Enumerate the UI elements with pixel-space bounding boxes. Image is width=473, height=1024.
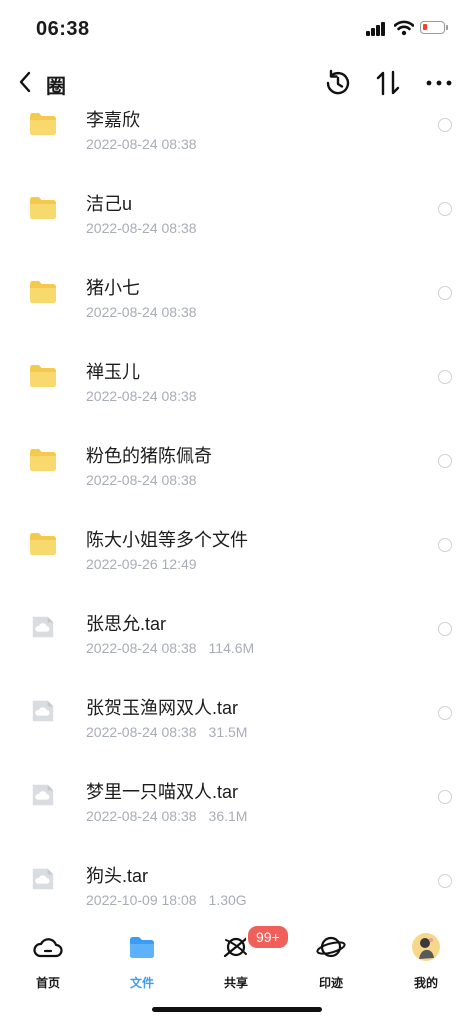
file-meta: 2022-08-24 08:38 31.5M bbox=[86, 724, 247, 740]
battery-icon bbox=[420, 21, 448, 34]
share-badge: 99+ bbox=[246, 924, 290, 950]
file-list-item[interactable]: 粉色的猪陈佩奇 2022-08-24 08:38 bbox=[0, 422, 473, 506]
file-list-item[interactable]: 张贺玉渔网双人.tar 2022-08-24 08:38 31.5M bbox=[0, 674, 473, 758]
file-date: 2022-09-26 12:49 bbox=[86, 556, 197, 572]
select-radio[interactable] bbox=[438, 790, 452, 804]
file-list-item[interactable]: 梦里一只喵双人.tar 2022-08-24 08:38 36.1M bbox=[0, 758, 473, 842]
file-date: 2022-08-24 08:38 bbox=[86, 724, 197, 740]
file-meta: 2022-08-24 08:38 bbox=[86, 388, 197, 404]
file-meta: 2022-08-24 08:38 bbox=[86, 304, 197, 320]
file-name: 猪小七 bbox=[86, 278, 140, 298]
status-bar: 06:38 bbox=[0, 0, 473, 60]
file-list-item[interactable]: 狗头.tar 2022-10-09 18:08 1.30G bbox=[0, 842, 473, 920]
file-list-item[interactable]: 张思允.tar 2022-08-24 08:38 114.6M bbox=[0, 590, 473, 674]
home-cloud-icon bbox=[33, 938, 63, 958]
file-name: 狗头.tar bbox=[86, 866, 149, 886]
file-list-item[interactable]: 陈大小姐等多个文件 2022-09-26 12:49 bbox=[0, 506, 473, 590]
select-radio[interactable] bbox=[438, 118, 452, 132]
file-name: 梦里一只喵双人.tar bbox=[86, 782, 239, 802]
folder-icon bbox=[30, 449, 56, 471]
cloud-archive-icon bbox=[32, 868, 54, 890]
avatar bbox=[412, 933, 440, 961]
file-date: 2022-08-24 08:38 bbox=[86, 472, 197, 488]
select-radio[interactable] bbox=[438, 454, 452, 468]
file-date: 2022-08-24 08:38 bbox=[86, 808, 197, 824]
file-list-item[interactable]: 洁己u 2022-08-24 08:38 bbox=[0, 170, 473, 254]
file-date: 2022-08-24 08:38 bbox=[86, 136, 197, 152]
file-meta: 2022-08-24 08:38 bbox=[86, 220, 197, 236]
tab-label: 首页 bbox=[35, 976, 60, 990]
file-name: 粉色的猪陈佩奇 bbox=[86, 446, 212, 466]
file-date: 2022-10-09 18:08 bbox=[86, 892, 197, 908]
file-name: 张思允.tar bbox=[86, 614, 167, 634]
tab-files[interactable]: 文件 bbox=[107, 932, 177, 992]
folder-icon bbox=[130, 937, 154, 958]
file-meta: 2022-08-24 08:38 36.1M bbox=[86, 808, 247, 824]
file-size: 36.1M bbox=[208, 808, 248, 824]
file-date: 2022-08-24 08:38 bbox=[86, 220, 197, 236]
cloud-archive-icon bbox=[32, 784, 54, 806]
select-radio[interactable] bbox=[438, 874, 452, 888]
file-list-item[interactable]: 李嘉欣 2022-08-24 08:38 bbox=[0, 86, 473, 170]
tab-label: 共享 bbox=[223, 976, 248, 990]
folder-icon bbox=[30, 281, 56, 303]
tab-home[interactable]: 首页 bbox=[13, 932, 83, 992]
cellular-signal-icon bbox=[366, 22, 388, 36]
file-size: 114.6M bbox=[208, 640, 255, 656]
file-size: 31.5M bbox=[208, 724, 248, 740]
tab-label: 我的 bbox=[413, 976, 438, 990]
wifi-icon bbox=[394, 20, 414, 36]
planet-icon bbox=[316, 936, 346, 958]
cloud-archive-icon bbox=[32, 616, 54, 638]
select-radio[interactable] bbox=[438, 622, 452, 636]
tab-imprint[interactable]: 印迹 bbox=[296, 932, 366, 992]
file-name: 洁己u bbox=[86, 194, 133, 214]
file-name: 禅玉儿 bbox=[86, 362, 140, 382]
folder-icon bbox=[30, 113, 56, 135]
status-time: 06:38 bbox=[36, 18, 90, 40]
file-meta: 2022-10-09 18:08 1.30G bbox=[86, 892, 247, 908]
select-radio[interactable] bbox=[438, 370, 452, 384]
file-meta: 2022-09-26 12:49 bbox=[86, 556, 197, 572]
file-list-item[interactable]: 猪小七 2022-08-24 08:38 bbox=[0, 254, 473, 338]
file-meta: 2022-08-24 08:38 114.6M bbox=[86, 640, 254, 656]
tab-label: 文件 bbox=[129, 976, 154, 990]
home-indicator bbox=[152, 1007, 322, 1012]
file-list: 李嘉欣 2022-08-24 08:38 洁己u 2022-08-24 08:3… bbox=[0, 86, 473, 920]
file-meta: 2022-08-24 08:38 bbox=[86, 472, 197, 488]
tab-mine[interactable]: 我的 bbox=[391, 932, 461, 992]
select-radio[interactable] bbox=[438, 286, 452, 300]
folder-icon bbox=[30, 533, 56, 555]
select-radio[interactable] bbox=[438, 706, 452, 720]
tab-label: 印迹 bbox=[318, 976, 343, 990]
file-size: 1.30G bbox=[208, 892, 247, 908]
cloud-archive-icon bbox=[32, 700, 54, 722]
file-date: 2022-08-24 08:38 bbox=[86, 304, 197, 320]
folder-icon bbox=[30, 197, 56, 219]
file-date: 2022-08-24 08:38 bbox=[86, 640, 197, 656]
file-list-item[interactable]: 禅玉儿 2022-08-24 08:38 bbox=[0, 338, 473, 422]
select-radio[interactable] bbox=[438, 202, 452, 216]
file-name: 张贺玉渔网双人.tar bbox=[86, 698, 239, 718]
file-date: 2022-08-24 08:38 bbox=[86, 388, 197, 404]
folder-icon bbox=[30, 365, 56, 387]
file-meta: 2022-08-24 08:38 bbox=[86, 136, 197, 152]
file-name: 李嘉欣 bbox=[86, 110, 140, 130]
file-name: 陈大小姐等多个文件 bbox=[86, 530, 248, 550]
select-radio[interactable] bbox=[438, 538, 452, 552]
